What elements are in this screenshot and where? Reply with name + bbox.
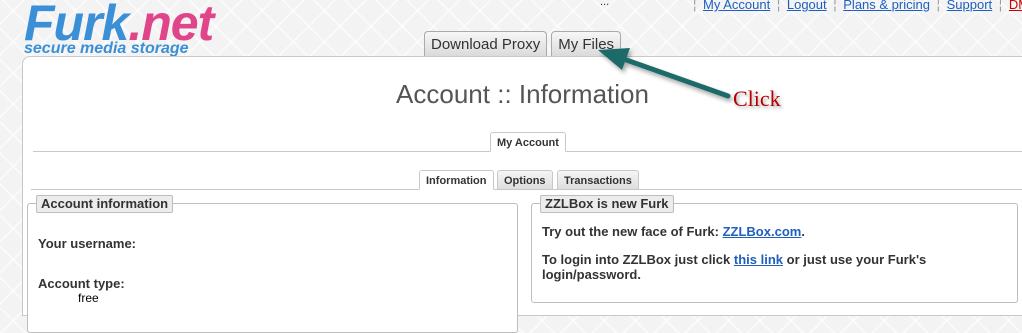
username-label: Your username: — [38, 236, 137, 251]
header-ellipsis: ... — [600, 0, 610, 8]
tab-transactions[interactable]: Transactions — [557, 170, 639, 190]
annotation-click-label: Click — [733, 86, 781, 111]
tab-options[interactable]: Options — [497, 170, 553, 190]
tab-information[interactable]: Information — [419, 170, 494, 190]
tab-download-proxy[interactable]: Download Proxy — [424, 31, 548, 57]
account-info-section: Account information Your username: Accou… — [27, 195, 518, 333]
account-info-legend: Account information — [36, 195, 174, 213]
nav-separator: ¦ — [936, 0, 940, 12]
nav-separator: ¦ — [833, 0, 837, 12]
nav-separator: ¦ — [693, 0, 697, 12]
nav-plans-pricing-link[interactable]: Plans & pricing — [843, 0, 930, 12]
zzlbox-intro-text: Try out the new face of Furk: ZZLBox.com… — [542, 224, 805, 239]
account-type-label: Account type: — [38, 276, 125, 291]
zzlbox-login-text: To login into ZZLBox just click this lin… — [542, 252, 927, 282]
zzlbox-section: ZZLBox is new Furk Try out the new face … — [531, 195, 1018, 303]
top-nav: ¦ My Account ¦ Logout ¦ Plans & pricing … — [690, 0, 1022, 12]
account-type-value: free — [78, 291, 99, 305]
this-link[interactable]: this link — [734, 252, 783, 267]
nav-support-link[interactable]: Support — [947, 0, 993, 12]
tab-my-account[interactable]: My Account — [490, 132, 566, 152]
content-panel: Account :: Information My Account Inform… — [22, 56, 1022, 333]
zzlbox-legend: ZZLBox is new Furk — [540, 195, 674, 213]
nav-dmca-link[interactable]: DMCA — [1009, 0, 1022, 12]
account-tab-bar: My Account — [33, 132, 1022, 152]
logo[interactable]: Furk.net secure media storage — [24, 0, 214, 57]
nav-logout-link[interactable]: Logout — [787, 0, 827, 12]
nav-separator: ¦ — [998, 0, 1003, 12]
main-tabs: Download Proxy My Files — [424, 31, 622, 57]
tab-my-files[interactable]: My Files — [551, 31, 622, 57]
zzlbox-link[interactable]: ZZLBox.com — [723, 224, 802, 239]
page-title: Account :: Information — [396, 79, 649, 109]
info-tab-bar: Information Options Transactions — [31, 170, 1022, 190]
nav-separator: ¦ — [776, 0, 781, 12]
nav-my-account-link[interactable]: My Account — [703, 0, 770, 12]
